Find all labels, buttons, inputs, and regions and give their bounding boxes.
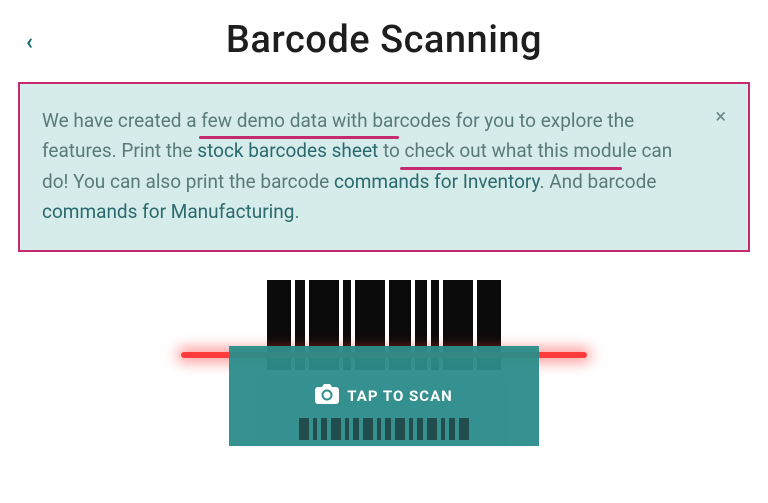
camera-icon	[315, 384, 339, 408]
back-button[interactable]: ‹	[26, 30, 33, 55]
barcode-faded-bars-icon	[229, 418, 539, 440]
annotation-underline-2	[400, 167, 622, 170]
scan-panel: TAP TO SCAN	[229, 346, 539, 446]
close-icon[interactable]: ×	[715, 104, 726, 128]
info-alert: × We have created a few demo data with b…	[18, 82, 750, 252]
page-title: Barcode Scanning	[0, 18, 768, 62]
scan-label-text: TAP TO SCAN	[347, 387, 452, 405]
text-commands-manufacturing: commands for Manufacturing	[42, 200, 294, 223]
info-t3: . And barcode	[540, 170, 657, 193]
barcode-scan-widget[interactable]: TAP TO SCAN	[229, 280, 539, 446]
info-t4: .	[294, 200, 299, 223]
link-commands-inventory[interactable]: commands for Inventory	[334, 170, 540, 193]
annotation-underline-1	[199, 136, 399, 139]
link-stock-barcodes-sheet[interactable]: stock barcodes sheet	[197, 139, 378, 162]
